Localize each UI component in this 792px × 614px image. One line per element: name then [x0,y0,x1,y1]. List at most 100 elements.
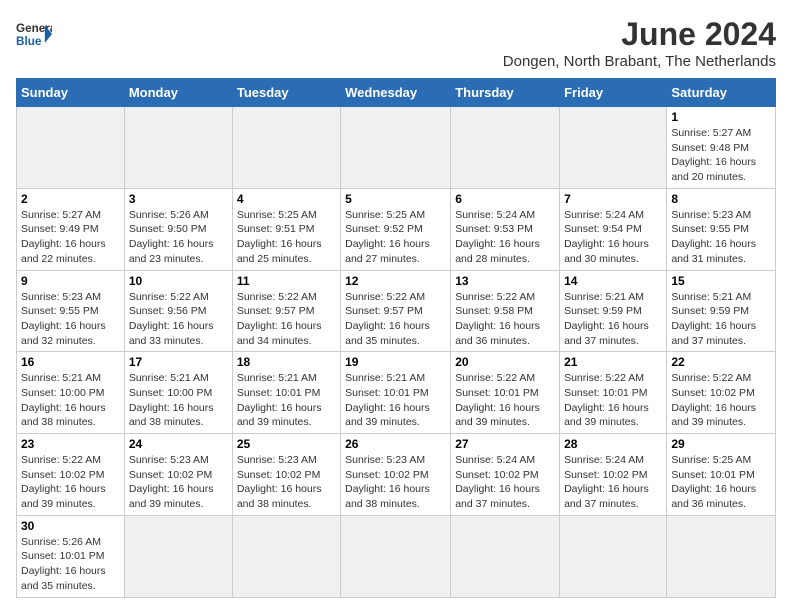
day-sun-info: Sunrise: 5:22 AMSunset: 10:01 PMDaylight… [455,371,555,430]
day-number: 17 [129,355,228,369]
day-number: 3 [129,192,228,206]
day-number: 18 [237,355,336,369]
header-saturday: Saturday [667,79,776,107]
day-number: 14 [564,274,662,288]
calendar-day-cell: 1Sunrise: 5:27 AMSunset: 9:48 PMDaylight… [667,107,776,189]
header-sunday: Sunday [17,79,125,107]
day-number: 21 [564,355,662,369]
svg-text:Blue: Blue [16,35,42,48]
day-sun-info: Sunrise: 5:25 AMSunset: 9:52 PMDaylight:… [345,208,446,267]
day-number: 8 [671,192,771,206]
day-number: 5 [345,192,446,206]
header-monday: Monday [124,79,232,107]
day-sun-info: Sunrise: 5:25 AMSunset: 10:01 PMDaylight… [671,453,771,512]
day-sun-info: Sunrise: 5:24 AMSunset: 9:53 PMDaylight:… [455,208,555,267]
day-number: 2 [21,192,120,206]
day-sun-info: Sunrise: 5:27 AMSunset: 9:49 PMDaylight:… [21,208,120,267]
calendar-day-cell: 30 Sunrise: 5:26 AMSunset: 10:01 PMDaylig… [17,515,125,597]
calendar-day-cell [560,515,667,597]
calendar-day-cell: 29Sunrise: 5:25 AMSunset: 10:01 PMDaylig… [667,434,776,516]
day-number: 11 [237,274,336,288]
calendar-week-row: 23Sunrise: 5:22 AMSunset: 10:02 PMDaylig… [17,434,776,516]
calendar-day-cell: 26Sunrise: 5:23 AMSunset: 10:02 PMDaylig… [341,434,451,516]
day-sun-info: Sunrise: 5:21 AMSunset: 10:01 PMDaylight… [237,371,336,430]
day-sun-info: Sunrise: 5:23 AMSunset: 10:02 PMDaylight… [129,453,228,512]
day-number: 7 [564,192,662,206]
calendar-day-cell [560,107,667,189]
day-number: 24 [129,437,228,451]
calendar-day-cell: 14 Sunrise: 5:21 AMSunset: 9:59 PMDayligh… [560,270,667,352]
day-sun-info: Sunrise: 5:21 AMSunset: 9:59 PMDaylight:… [564,290,662,349]
day-number: 28 [564,437,662,451]
day-sun-info: Sunrise: 5:23 AMSunset: 9:55 PMDaylight:… [671,208,771,267]
day-number: 15 [671,274,771,288]
day-number: 16 [21,355,120,369]
day-sun-info: Sunrise: 5:25 AMSunset: 9:51 PMDaylight:… [237,208,336,267]
day-number: 13 [455,274,555,288]
calendar-day-cell: 18 Sunrise: 5:21 AMSunset: 10:01 PMDaylig… [232,352,340,434]
day-number: 20 [455,355,555,369]
calendar-day-cell: 8 Sunrise: 5:23 AMSunset: 9:55 PMDaylight… [667,188,776,270]
day-sun-info: Sunrise: 5:26 AMSunset: 9:50 PMDaylight:… [129,208,228,267]
calendar-day-cell: 27Sunrise: 5:24 AMSunset: 10:02 PMDaylig… [451,434,560,516]
header-tuesday: Tuesday [232,79,340,107]
calendar-week-row: 2 Sunrise: 5:27 AMSunset: 9:49 PMDaylight… [17,188,776,270]
calendar-day-cell: 24 Sunrise: 5:23 AMSunset: 10:02 PMDaylig… [124,434,232,516]
calendar-day-cell [124,107,232,189]
day-number: 1 [671,110,771,124]
calendar-day-cell: 17 Sunrise: 5:21 AMSunset: 10:00 PMDaylig… [124,352,232,434]
title-block: June 2024 Dongen, North Brabant, The Net… [503,16,776,70]
calendar-day-cell [341,515,451,597]
calendar-day-cell: 13 Sunrise: 5:22 AMSunset: 9:58 PMDayligh… [451,270,560,352]
header-friday: Friday [560,79,667,107]
day-sun-info: Sunrise: 5:22 AMSunset: 9:57 PMDaylight:… [345,290,446,349]
calendar-week-row: 16 Sunrise: 5:21 AMSunset: 10:00 PMDaylig… [17,352,776,434]
weekday-header-row: Sunday Monday Tuesday Wednesday Thursday… [17,79,776,107]
day-number: 6 [455,192,555,206]
day-sun-info: Sunrise: 5:21 AMSunset: 10:01 PMDaylight… [345,371,446,430]
calendar-day-cell: 20 Sunrise: 5:22 AMSunset: 10:01 PMDaylig… [451,352,560,434]
day-number: 12 [345,274,446,288]
calendar-day-cell: 2 Sunrise: 5:27 AMSunset: 9:49 PMDaylight… [17,188,125,270]
calendar-day-cell [451,107,560,189]
calendar-day-cell [341,107,451,189]
day-sun-info: Sunrise: 5:21 AMSunset: 10:00 PMDaylight… [21,371,120,430]
calendar-day-cell: 25Sunrise: 5:23 AMSunset: 10:02 PMDaylig… [232,434,340,516]
day-sun-info: Sunrise: 5:22 AMSunset: 9:58 PMDaylight:… [455,290,555,349]
calendar-day-cell [232,107,340,189]
day-sun-info: Sunrise: 5:22 AMSunset: 9:57 PMDaylight:… [237,290,336,349]
header-wednesday: Wednesday [341,79,451,107]
day-sun-info: Sunrise: 5:23 AMSunset: 9:55 PMDaylight:… [21,290,120,349]
calendar-day-cell: 10Sunrise: 5:22 AMSunset: 9:56 PMDayligh… [124,270,232,352]
day-sun-info: Sunrise: 5:26 AMSunset: 10:01 PMDaylight… [21,535,120,594]
calendar-day-cell: 11 Sunrise: 5:22 AMSunset: 9:57 PMDayligh… [232,270,340,352]
month-year-title: June 2024 [503,16,776,53]
calendar-day-cell [17,107,125,189]
calendar-day-cell: 16 Sunrise: 5:21 AMSunset: 10:00 PMDaylig… [17,352,125,434]
calendar-day-cell: 19 Sunrise: 5:21 AMSunset: 10:01 PMDaylig… [341,352,451,434]
calendar-day-cell: 23Sunrise: 5:22 AMSunset: 10:02 PMDaylig… [17,434,125,516]
calendar-day-cell: 7 Sunrise: 5:24 AMSunset: 9:54 PMDaylight… [560,188,667,270]
location-subtitle: Dongen, North Brabant, The Netherlands [503,53,776,70]
page-header: General Blue June 2024 Dongen, North Bra… [16,16,776,70]
day-sun-info: Sunrise: 5:22 AMSunset: 9:56 PMDaylight:… [129,290,228,349]
day-number: 30 [21,519,120,533]
calendar-day-cell: 28 Sunrise: 5:24 AMSunset: 10:02 PMDaylig… [560,434,667,516]
day-sun-info: Sunrise: 5:23 AMSunset: 10:02 PMDaylight… [345,453,446,512]
day-sun-info: Sunrise: 5:21 AMSunset: 9:59 PMDaylight:… [671,290,771,349]
logo: General Blue [16,16,52,52]
calendar-day-cell [232,515,340,597]
header-thursday: Thursday [451,79,560,107]
day-sun-info: Sunrise: 5:24 AMSunset: 10:02 PMDaylight… [564,453,662,512]
calendar-table: Sunday Monday Tuesday Wednesday Thursday… [16,78,776,598]
day-sun-info: Sunrise: 5:23 AMSunset: 10:02 PMDaylight… [237,453,336,512]
day-sun-info: Sunrise: 5:22 AMSunset: 10:02 PMDaylight… [671,371,771,430]
day-number: 27 [455,437,555,451]
day-number: 19 [345,355,446,369]
calendar-day-cell [451,515,560,597]
calendar-day-cell: 9Sunrise: 5:23 AMSunset: 9:55 PMDaylight… [17,270,125,352]
calendar-day-cell [124,515,232,597]
day-sun-info: Sunrise: 5:24 AMSunset: 9:54 PMDaylight:… [564,208,662,267]
day-sun-info: Sunrise: 5:21 AMSunset: 10:00 PMDaylight… [129,371,228,430]
calendar-week-row: 1Sunrise: 5:27 AMSunset: 9:48 PMDaylight… [17,107,776,189]
